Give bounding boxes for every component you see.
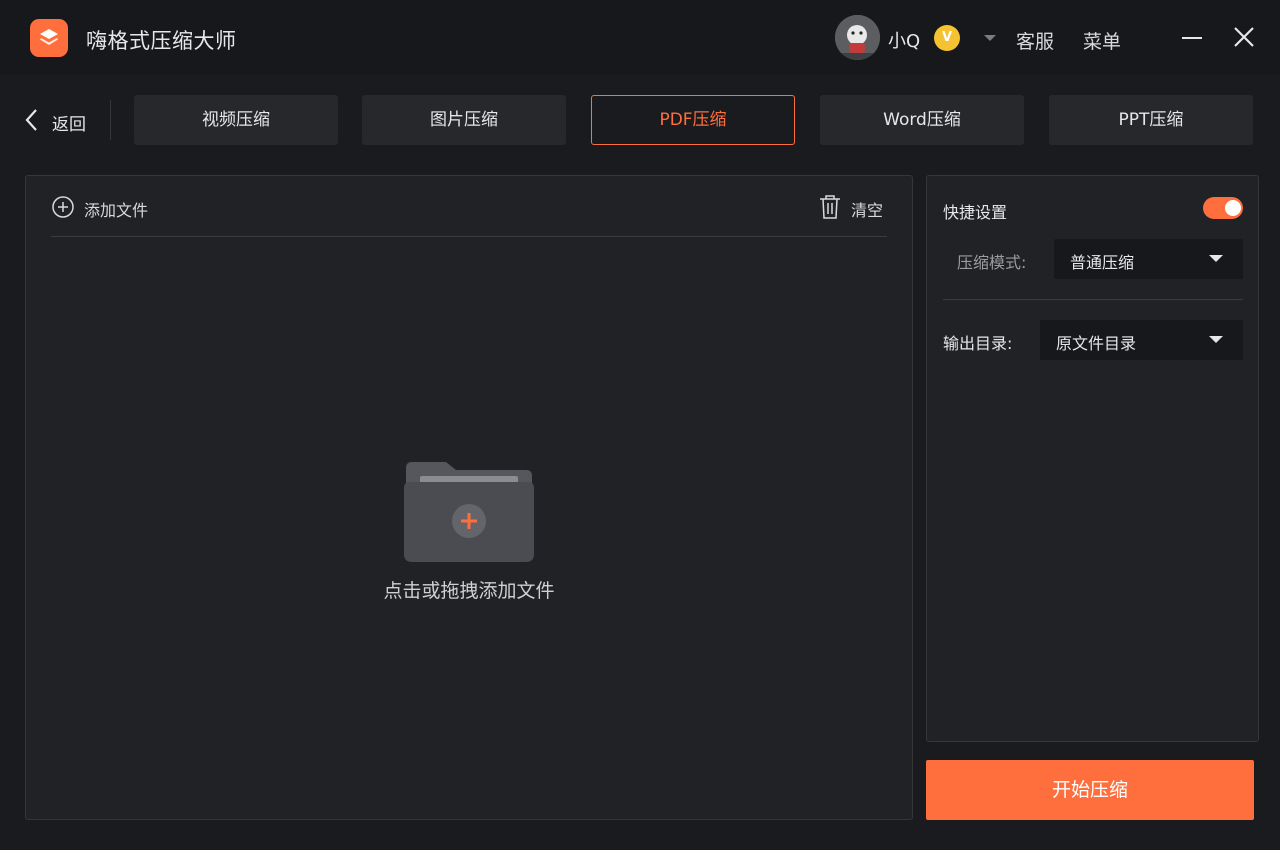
drop-zone[interactable]: 点击或拖拽添加文件 [326, 446, 616, 606]
minimize-button[interactable] [1180, 26, 1204, 50]
chevron-down-icon[interactable] [984, 35, 996, 41]
clear-label: 清空 [851, 201, 884, 220]
compress-mode-value: 普通压缩 [1070, 253, 1135, 272]
avatar[interactable] [835, 15, 880, 60]
output-dir-label: 输出目录: [943, 334, 1013, 353]
close-button[interactable] [1232, 25, 1256, 49]
quick-settings-toggle[interactable] [1203, 197, 1243, 219]
caret-down-icon [1209, 255, 1223, 262]
compress-mode-label: 压缩模式: [957, 253, 1027, 272]
close-icon [1234, 27, 1254, 47]
drop-hint: 点击或拖拽添加文件 [383, 580, 555, 602]
settings-panel: 快捷设置 压缩模式: 普通压缩 输出目录: 原文件目录 [926, 175, 1259, 742]
compress-mode-select[interactable]: 普通压缩 [1054, 239, 1243, 279]
back-label: 返回 [52, 115, 86, 135]
add-file-button[interactable]: 添加文件 [51, 195, 171, 220]
customer-service-link[interactable]: 客服 [1016, 27, 1054, 54]
output-dir-value: 原文件目录 [1056, 334, 1137, 353]
app-logo-icon [30, 19, 68, 57]
tab-ppt-compress[interactable]: PPT压缩 [1049, 95, 1253, 145]
menu-link[interactable]: 菜单 [1083, 27, 1121, 54]
output-dir-select[interactable]: 原文件目录 [1040, 320, 1243, 360]
title-bar: 嗨格式压缩大师 小Q V 客服 菜单 [0, 0, 1280, 75]
app-title: 嗨格式压缩大师 [86, 29, 237, 53]
back-button[interactable]: 返回 [22, 105, 102, 135]
trash-icon [820, 195, 840, 219]
divider [943, 299, 1243, 300]
folder-add-icon [404, 462, 534, 562]
caret-down-icon [1209, 336, 1223, 343]
username[interactable]: 小Q [888, 27, 920, 53]
divider [51, 236, 887, 237]
tab-word-compress[interactable]: Word压缩 [820, 95, 1024, 145]
chevron-left-icon [25, 109, 37, 131]
tab-pdf-compress[interactable]: PDF压缩 [591, 95, 795, 145]
vip-badge: V [934, 25, 960, 51]
clear-button[interactable]: 清空 [818, 194, 898, 220]
start-compress-button[interactable]: 开始压缩 [926, 760, 1254, 820]
tab-video-compress[interactable]: 视频压缩 [134, 95, 338, 145]
plus-circle-icon [52, 196, 74, 218]
quick-settings-label: 快捷设置 [943, 203, 1008, 222]
nav-divider [110, 100, 111, 140]
file-list-panel: 添加文件 清空 点击或拖拽添加文件 [25, 175, 913, 820]
add-file-label: 添加文件 [84, 201, 149, 220]
tab-image-compress[interactable]: 图片压缩 [362, 95, 566, 145]
